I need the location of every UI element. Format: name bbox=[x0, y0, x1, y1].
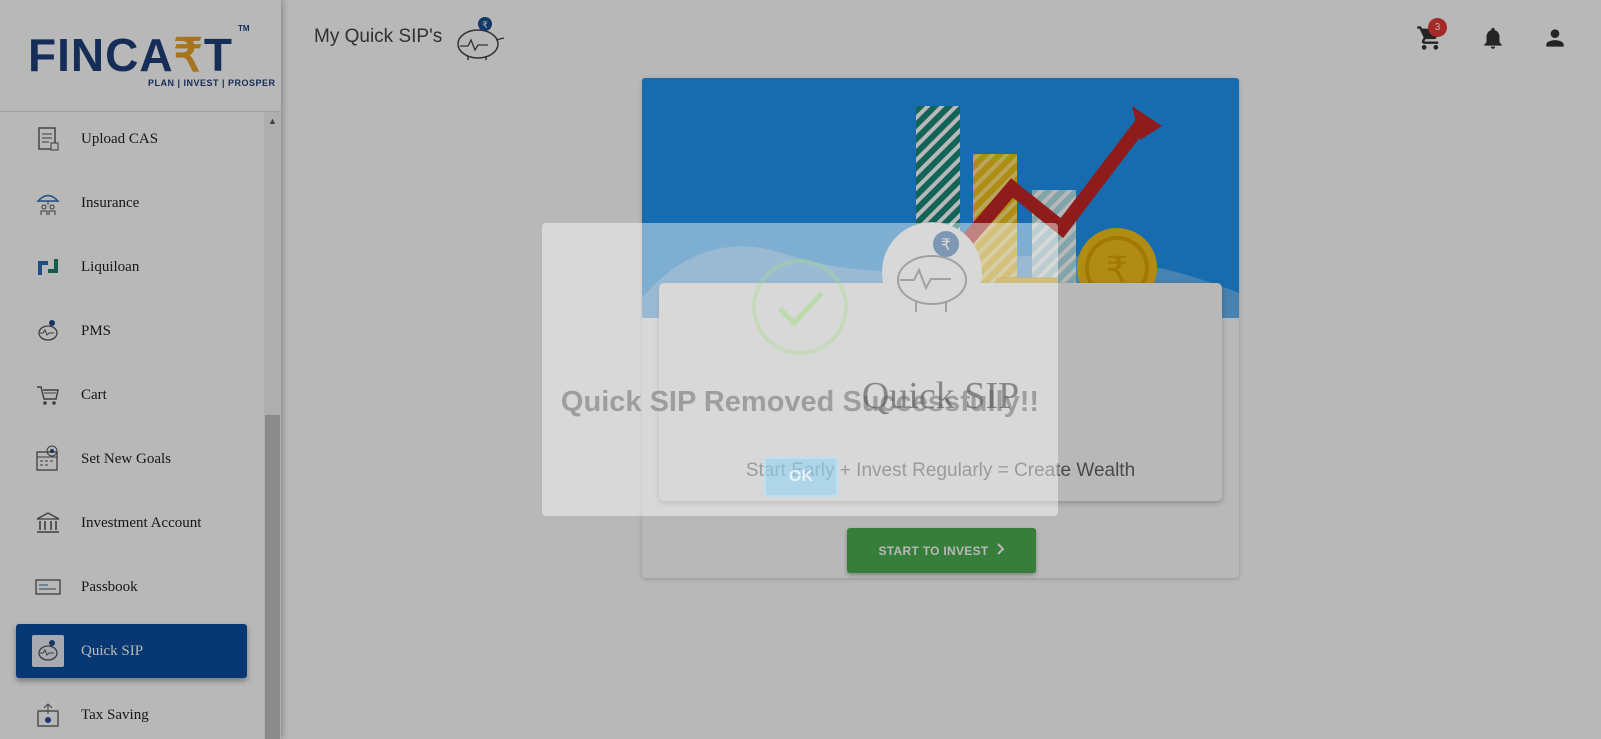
success-alert-dialog: Quick SIP Removed Successfully!! OK bbox=[542, 223, 1058, 516]
success-check-icon bbox=[752, 259, 848, 355]
ok-button[interactable]: OK bbox=[764, 457, 838, 497]
alert-message: Quick SIP Removed Successfully!! bbox=[560, 386, 1040, 418]
